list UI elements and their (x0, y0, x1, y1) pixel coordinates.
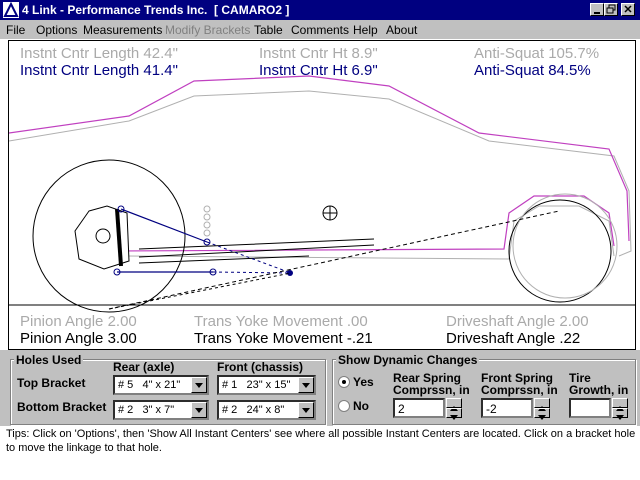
spin-down-icon[interactable] (446, 408, 462, 420)
dynamic-changes-title: Show Dynamic Changes (336, 353, 480, 367)
tips-bar: Tips: Click on 'Options', then 'Show All… (0, 426, 640, 456)
dynamic-yes-label[interactable]: Yes (353, 375, 374, 389)
title-bar: 4 Link - Performance Trends Inc. [ CAMAR… (0, 0, 640, 20)
bottom-front-hole-value: # 2 24" x 8" (222, 404, 285, 416)
driveshaft-angle-readout: Driveshaft Angle .22 (446, 330, 581, 347)
front-spring-value: -2 (486, 402, 497, 416)
ghost-pinion-angle: Pinion Angle 2.00 (20, 313, 137, 330)
top-rear-hole-value: # 5 4" x 21" (118, 379, 181, 391)
app-icon[interactable] (3, 1, 19, 18)
rear-spring-label-line2: Comprssn, in (393, 383, 470, 397)
restore-button[interactable] (604, 3, 618, 16)
minimize-icon (594, 12, 600, 14)
dropdown-arrow-icon[interactable] (191, 402, 207, 418)
pinion-angle-readout: Pinion Angle 3.00 (20, 330, 137, 347)
dropdown-arrow-icon[interactable] (298, 377, 314, 393)
suspension-canvas[interactable]: Instnt Cntr Length 42.4" Instnt Cntr Ht … (8, 40, 636, 350)
menu-measurements[interactable]: Measurements (83, 23, 162, 37)
top-rear-hole-select[interactable]: # 5 4" x 21" (113, 375, 209, 395)
rear-spring-spinner[interactable] (446, 398, 462, 420)
front-spring-label-line2: Comprssn, in (481, 383, 558, 397)
top-front-hole-select[interactable]: # 1 23" x 15" (217, 375, 316, 395)
tips-text: Tips: Click on 'Options', then 'Show All… (6, 428, 636, 454)
tire-growth-label-line2: Growth, in (569, 383, 629, 397)
front-chassis-header: Front (chassis) (217, 360, 304, 374)
center-of-gravity-marker (322, 205, 338, 221)
bottom-front-hole-select[interactable]: # 2 24" x 8" (217, 400, 316, 420)
top-bracket-label: Top Bracket (17, 376, 86, 390)
spin-down-icon[interactable] (612, 408, 628, 420)
bottom-rear-hole-value: # 2 3" x 7" (118, 404, 175, 416)
front-spring-input[interactable]: -2 (481, 398, 533, 418)
front-tire-ghost (512, 193, 618, 299)
spin-up-icon[interactable] (446, 398, 462, 411)
dropdown-arrow-icon[interactable] (298, 402, 314, 418)
menu-bar: File Options Measurements Modify Bracket… (0, 20, 640, 39)
menu-table[interactable]: Table (254, 23, 283, 37)
close-icon (624, 5, 632, 13)
front-spring-spinner[interactable] (534, 398, 550, 420)
rear-axle-header: Rear (axle) (113, 360, 175, 374)
dropdown-arrow-icon[interactable] (191, 377, 207, 393)
instant-center-marker (287, 270, 293, 276)
ghost-driveshaft-angle: Driveshaft Angle 2.00 (446, 313, 589, 330)
menu-modify-brackets[interactable]: Modify Brackets (165, 23, 250, 37)
tire-growth-input[interactable] (569, 398, 611, 418)
rear-spring-input[interactable]: 2 (393, 398, 445, 418)
menu-comments[interactable]: Comments (291, 23, 349, 37)
bracket-holes (203, 205, 211, 237)
spin-up-icon[interactable] (534, 398, 550, 411)
bottom-bracket-label: Bottom Bracket (17, 400, 107, 414)
dynamic-no-label[interactable]: No (353, 399, 369, 413)
spin-up-icon[interactable] (612, 398, 628, 411)
close-button[interactable] (621, 3, 635, 16)
menu-help[interactable]: Help (353, 23, 378, 37)
holes-used-title: Holes Used (14, 353, 84, 367)
menu-file[interactable]: File (6, 23, 25, 37)
car-side-view (9, 75, 635, 313)
dynamic-yes-radio[interactable] (338, 376, 350, 388)
menu-about[interactable]: About (386, 23, 417, 37)
upper-link (120, 208, 208, 243)
tire-growth-spinner[interactable] (612, 398, 628, 420)
minimize-button[interactable] (590, 3, 604, 16)
control-panel: Holes Used Rear (axle) Front (chassis) T… (0, 350, 640, 426)
restore-icon (606, 4, 616, 14)
menu-options[interactable]: Options (36, 23, 77, 37)
rear-spring-value: 2 (398, 402, 405, 416)
top-front-hole-value: # 1 23" x 15" (222, 379, 291, 391)
bottom-rear-hole-select[interactable]: # 2 3" x 7" (113, 400, 209, 420)
anti-squat-line (108, 210, 560, 310)
window-title: 4 Link - Performance Trends Inc. [ CAMAR… (22, 3, 290, 17)
dynamic-no-radio[interactable] (338, 400, 350, 412)
yoke-movement-readout: Trans Yoke Movement -.21 (194, 330, 373, 347)
ghost-yoke-movement: Trans Yoke Movement .00 (194, 313, 368, 330)
spin-down-icon[interactable] (534, 408, 550, 420)
